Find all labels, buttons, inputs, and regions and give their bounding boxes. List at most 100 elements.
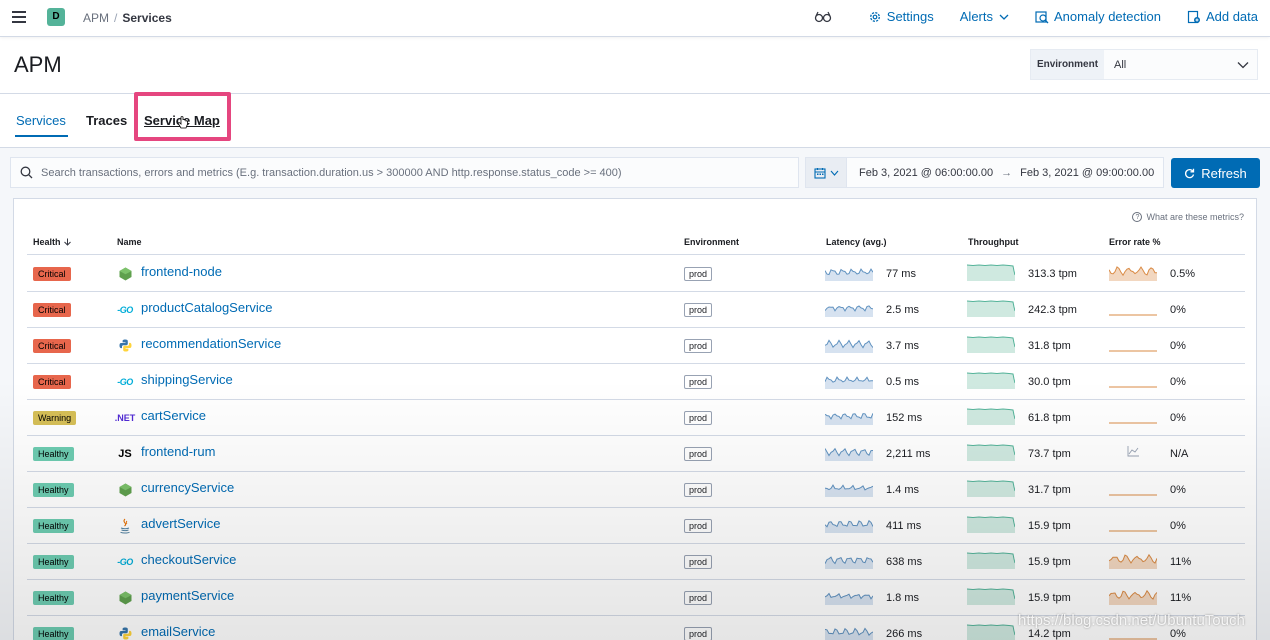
environment-badge: prod: [684, 302, 713, 317]
sort-arrow-down-icon: [64, 238, 71, 246]
health-badge: Healthy: [33, 626, 74, 640]
throughput-sparkline: [966, 513, 1016, 538]
search-input[interactable]: [41, 166, 781, 179]
latency-value: 638 ms: [886, 555, 923, 568]
table-row: Healthy advertService prod 411 ms 15.9 tpm 0%: [27, 508, 1245, 544]
service-name-link[interactable]: emailService: [141, 624, 215, 639]
latency-sparkline: [824, 549, 874, 574]
throughput-sparkline: [966, 261, 1016, 286]
throughput-sparkline: [966, 549, 1016, 574]
metrics-help-label: What are these metrics?: [1146, 212, 1244, 222]
environment-badge: prod: [684, 554, 713, 569]
health-badge: Healthy: [33, 554, 74, 569]
error-rate-sparkline: [1109, 621, 1157, 640]
settings-link[interactable]: Settings: [868, 9, 934, 24]
service-name-link[interactable]: shippingService: [141, 372, 233, 387]
environment-value: All: [1114, 58, 1127, 71]
date-start[interactable]: Feb 3, 2021 @ 06:00:00.00: [859, 167, 993, 179]
metrics-help-link[interactable]: ? What are these metrics?: [1132, 212, 1244, 222]
environment-select[interactable]: Environment All: [1030, 49, 1258, 80]
column-throughput[interactable]: Throughput: [968, 237, 1018, 247]
latency-value: 77 ms: [886, 267, 916, 280]
error-rate-sparkline: [1108, 261, 1157, 286]
quick-select-button[interactable]: [806, 158, 847, 187]
table-row: Healthy paymentService prod 1.8 ms 15.9 tpm 1…: [27, 580, 1245, 616]
health-badge: Healthy: [33, 518, 74, 533]
health-badge: Critical: [33, 338, 71, 353]
service-name-link[interactable]: recommendationService: [141, 336, 281, 351]
settings-label: Settings: [886, 9, 934, 24]
service-name-link[interactable]: advertService: [141, 516, 220, 531]
refresh-label: Refresh: [1201, 165, 1247, 181]
refresh-button[interactable]: Refresh: [1171, 158, 1260, 188]
add-data-link[interactable]: Add data: [1187, 9, 1258, 24]
table-row: Critical frontend-node prod 77 ms 313.3 tpm 0…: [27, 256, 1245, 292]
page-title: APM: [14, 52, 62, 77]
table-row: Healthy JS frontend-rum prod 2,211 ms 73.7 tp…: [27, 436, 1245, 472]
environment-badge: prod: [684, 446, 713, 461]
error-rate-value: 11%: [1170, 591, 1192, 604]
table-row: Critical -GO productCatalogService prod 2.5 …: [27, 292, 1245, 328]
error-rate-value: 0%: [1170, 627, 1186, 640]
latency-sparkline: [824, 513, 874, 538]
service-name-link[interactable]: frontend-node: [141, 264, 222, 279]
dotnet-icon: .NET: [114, 412, 136, 423]
latency-sparkline: [824, 621, 874, 640]
throughput-sparkline: [966, 585, 1016, 610]
service-name-link[interactable]: productCatalogService: [141, 300, 273, 315]
date-end[interactable]: Feb 3, 2021 @ 09:00:00.00: [1020, 167, 1154, 179]
tab-traces[interactable]: Traces: [86, 113, 127, 128]
go-icon: -GO: [117, 376, 133, 387]
pointer-cursor-icon: [177, 116, 188, 129]
throughput-value: 313.3 tpm: [1028, 267, 1077, 280]
error-rate-value: N/A: [1170, 447, 1189, 460]
error-rate-value: 0%: [1170, 375, 1186, 388]
services-panel: ? What are these metrics? Health Name En…: [13, 198, 1257, 640]
column-latency[interactable]: Latency (avg.): [826, 237, 887, 247]
service-name-link[interactable]: checkoutService: [141, 552, 236, 567]
latency-sparkline: [824, 333, 874, 358]
error-rate-sparkline: [1109, 477, 1157, 502]
environment-badge: prod: [684, 338, 713, 353]
alerts-menu[interactable]: Alerts: [960, 9, 1009, 24]
breadcrumb-apm[interactable]: APM: [83, 11, 109, 25]
column-name[interactable]: Name: [117, 237, 142, 247]
throughput-sparkline: [966, 369, 1016, 394]
glasses-icon[interactable]: [814, 11, 832, 23]
python-icon: [117, 626, 133, 640]
service-name-link[interactable]: currencyService: [141, 480, 234, 495]
service-name-link[interactable]: frontend-rum: [141, 444, 215, 459]
calendar-icon: [813, 167, 826, 179]
latency-value: 3.7 ms: [886, 339, 920, 352]
latency-value: 411 ms: [886, 519, 922, 532]
column-error-rate[interactable]: Error rate %: [1109, 237, 1161, 247]
active-tab-indicator: [15, 135, 68, 137]
menu-icon[interactable]: [12, 11, 26, 23]
error-rate-value: 0%: [1170, 519, 1186, 532]
environment-label: Environment: [1031, 50, 1104, 79]
health-badge: Healthy: [33, 590, 74, 605]
column-environment[interactable]: Environment: [684, 237, 739, 247]
error-rate-value: 0%: [1170, 339, 1186, 352]
environment-badge: prod: [684, 590, 713, 605]
java-icon: [117, 518, 133, 534]
anomaly-icon: [1035, 10, 1049, 23]
service-name-link[interactable]: cartService: [141, 408, 206, 423]
environment-badge: prod: [684, 266, 713, 281]
anomaly-detection-link[interactable]: Anomaly detection: [1035, 9, 1161, 24]
column-health[interactable]: Health: [33, 237, 72, 247]
table-row: Healthy -GO checkoutService prod 638 ms 15.9 …: [27, 544, 1245, 580]
throughput-sparkline: [966, 297, 1016, 322]
health-badge: Healthy: [33, 446, 74, 461]
throughput-sparkline: [966, 477, 1016, 502]
latency-value: 1.4 ms: [886, 483, 920, 496]
tab-services[interactable]: Services: [16, 113, 66, 128]
service-name-link[interactable]: paymentService: [141, 588, 234, 603]
go-icon: -GO: [117, 556, 133, 567]
nodejs-icon: [117, 590, 133, 606]
throughput-sparkline: [966, 405, 1016, 430]
latency-sparkline: [824, 585, 874, 610]
space-avatar[interactable]: D: [47, 8, 65, 26]
latency-sparkline: [824, 369, 873, 394]
error-rate-sparkline: [1108, 549, 1158, 574]
